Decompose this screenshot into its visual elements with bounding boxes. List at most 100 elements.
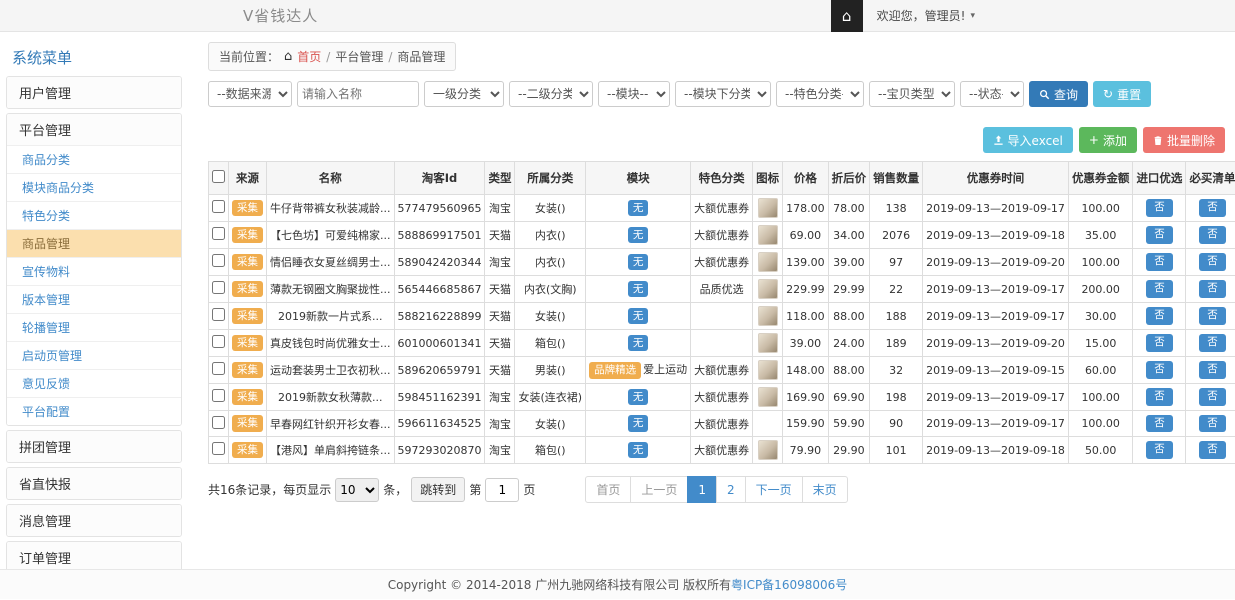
search-button[interactable]: 查询 <box>1029 81 1088 107</box>
page-2-button[interactable]: 2 <box>716 476 746 503</box>
sidebar-item-groupbuy[interactable]: 拼团管理 <box>7 431 181 462</box>
discount-price: 88.00 <box>828 357 870 384</box>
page-number-input[interactable] <box>485 478 519 502</box>
import-select-toggle[interactable]: 否 <box>1146 334 1173 352</box>
row-checkbox[interactable] <box>212 308 225 321</box>
filter-item-type-select[interactable]: --宝贝类型-- <box>869 81 955 107</box>
must-buy-toggle[interactable]: 否 <box>1199 307 1226 325</box>
breadcrumb-platform-link[interactable]: 平台管理 <box>335 48 383 65</box>
sidebar-item-messages[interactable]: 消息管理 <box>7 505 181 536</box>
module-extra-label: 爱上运动 <box>643 363 687 376</box>
filter-level2-select[interactable]: --二级分类-- <box>509 81 593 107</box>
import-select-toggle[interactable]: 否 <box>1146 253 1173 271</box>
source-badge: 采集 <box>232 389 263 406</box>
reset-button[interactable]: ↻ 重置 <box>1093 81 1151 107</box>
module-badge: 无 <box>628 415 649 432</box>
import-excel-button[interactable]: 导入excel <box>983 127 1073 153</box>
row-checkbox[interactable] <box>212 389 225 402</box>
import-select-toggle[interactable]: 否 <box>1146 199 1173 217</box>
source-badge: 采集 <box>232 362 263 379</box>
sidebar-item-express[interactable]: 省直快报 <box>7 468 181 499</box>
taoke-id: 588216228899 <box>394 303 485 330</box>
page-last-button[interactable]: 末页 <box>802 476 848 503</box>
select-all-checkbox[interactable] <box>212 170 225 183</box>
import-select-toggle[interactable]: 否 <box>1146 361 1173 379</box>
must-buy-toggle[interactable]: 否 <box>1199 253 1226 271</box>
filter-module-select[interactable]: --模块-- <box>598 81 670 107</box>
breadcrumb-current: 商品管理 <box>397 48 445 65</box>
goods-category: 女装() <box>515 411 586 437</box>
sidebar-item-feature-category[interactable]: 特色分类 <box>7 201 181 229</box>
coupon-amount: 35.00 <box>1068 222 1133 249</box>
row-checkbox[interactable] <box>212 200 225 213</box>
sidebar-item-carousel-management[interactable]: 轮播管理 <box>7 313 181 341</box>
must-buy-toggle[interactable]: 否 <box>1199 415 1226 433</box>
col-module: 模块 <box>586 162 691 195</box>
row-checkbox[interactable] <box>212 227 225 240</box>
icon-cell <box>753 384 783 411</box>
row-checkbox[interactable] <box>212 362 225 375</box>
module-cell: 无 <box>586 384 691 411</box>
filter-source-select[interactable]: --数据来源-- <box>208 81 292 107</box>
refresh-icon: ↻ <box>1103 87 1113 101</box>
row-checkbox[interactable] <box>212 442 225 455</box>
col-price: 价格 <box>783 162 829 195</box>
sidebar-item-platform-config[interactable]: 平台配置 <box>7 397 181 425</box>
must-buy-toggle[interactable]: 否 <box>1199 226 1226 244</box>
must-buy-toggle[interactable]: 否 <box>1199 280 1226 298</box>
filter-level1-select[interactable]: 一级分类 <box>424 81 504 107</box>
page-next-button[interactable]: 下一页 <box>745 476 803 503</box>
row-checkbox[interactable] <box>212 254 225 267</box>
import-select-toggle[interactable]: 否 <box>1146 226 1173 244</box>
sidebar-item-promo-material[interactable]: 宣传物料 <box>7 257 181 285</box>
goods-category: 内衣(文胸) <box>515 276 586 303</box>
row-checkbox[interactable] <box>212 281 225 294</box>
icp-link[interactable]: 粤ICP备16098006号 <box>731 576 847 593</box>
user-menu[interactable]: 欢迎您，管理员! ▾ <box>863 7 989 24</box>
filter-feature-select[interactable]: --特色分类-- <box>776 81 864 107</box>
sidebar-group-users: 用户管理 <box>6 76 182 109</box>
must-buy-toggle[interactable]: 否 <box>1199 334 1226 352</box>
goods-type: 淘宝 <box>485 411 515 437</box>
module-badge: 无 <box>628 200 649 217</box>
filter-status-select[interactable]: --状态-- <box>960 81 1024 107</box>
import-select-toggle[interactable]: 否 <box>1146 307 1173 325</box>
coupon-time: 2019-09-13—2019-09-20 <box>923 330 1069 357</box>
filter-module-sub-select[interactable]: --模块下分类-- <box>675 81 771 107</box>
icon-cell <box>753 195 783 222</box>
sidebar-item-platform[interactable]: 平台管理 <box>7 114 181 145</box>
module-cell: 品牌精选爱上运动 <box>586 357 691 384</box>
sidebar-item-orders[interactable]: 订单管理 <box>7 542 181 569</box>
page-1-button[interactable]: 1 <box>687 476 717 503</box>
coupon-amount: 50.00 <box>1068 437 1133 464</box>
per-page-select[interactable]: 10 <box>335 478 379 502</box>
page-prev-button[interactable]: 上一页 <box>630 476 688 503</box>
sidebar-item-feedback[interactable]: 意见反馈 <box>7 369 181 397</box>
price: 139.00 <box>783 249 829 276</box>
row-checkbox[interactable] <box>212 416 225 429</box>
home-button[interactable]: ⌂ <box>831 0 863 32</box>
must-buy-toggle[interactable]: 否 <box>1199 441 1226 459</box>
must-buy-toggle[interactable]: 否 <box>1199 388 1226 406</box>
import-select-toggle[interactable]: 否 <box>1146 388 1173 406</box>
batch-delete-button[interactable]: 批量删除 <box>1143 127 1225 153</box>
topbar-right: ⌂ 欢迎您，管理员! ▾ <box>831 0 989 32</box>
page-first-button[interactable]: 首页 <box>585 476 631 503</box>
sidebar-item-splash-management[interactable]: 启动页管理 <box>7 341 181 369</box>
taoke-id: 598451162391 <box>394 384 485 411</box>
row-checkbox[interactable] <box>212 335 225 348</box>
must-buy-toggle[interactable]: 否 <box>1199 199 1226 217</box>
filter-name-input[interactable] <box>297 81 419 107</box>
jump-button[interactable]: 跳转到 <box>411 477 465 502</box>
sidebar-item-goods-category[interactable]: 商品分类 <box>7 145 181 173</box>
breadcrumb-home-link[interactable]: 首页 <box>297 48 321 65</box>
import-select-toggle[interactable]: 否 <box>1146 280 1173 298</box>
sidebar-item-goods-management[interactable]: 商品管理 <box>7 229 181 257</box>
import-select-toggle[interactable]: 否 <box>1146 415 1173 433</box>
import-select-toggle[interactable]: 否 <box>1146 441 1173 459</box>
sidebar-item-version-management[interactable]: 版本管理 <box>7 285 181 313</box>
add-button[interactable]: + 添加 <box>1079 127 1137 153</box>
sidebar-item-module-goods-category[interactable]: 模块商品分类 <box>7 173 181 201</box>
must-buy-toggle[interactable]: 否 <box>1199 361 1226 379</box>
sidebar-item-users[interactable]: 用户管理 <box>7 77 181 108</box>
